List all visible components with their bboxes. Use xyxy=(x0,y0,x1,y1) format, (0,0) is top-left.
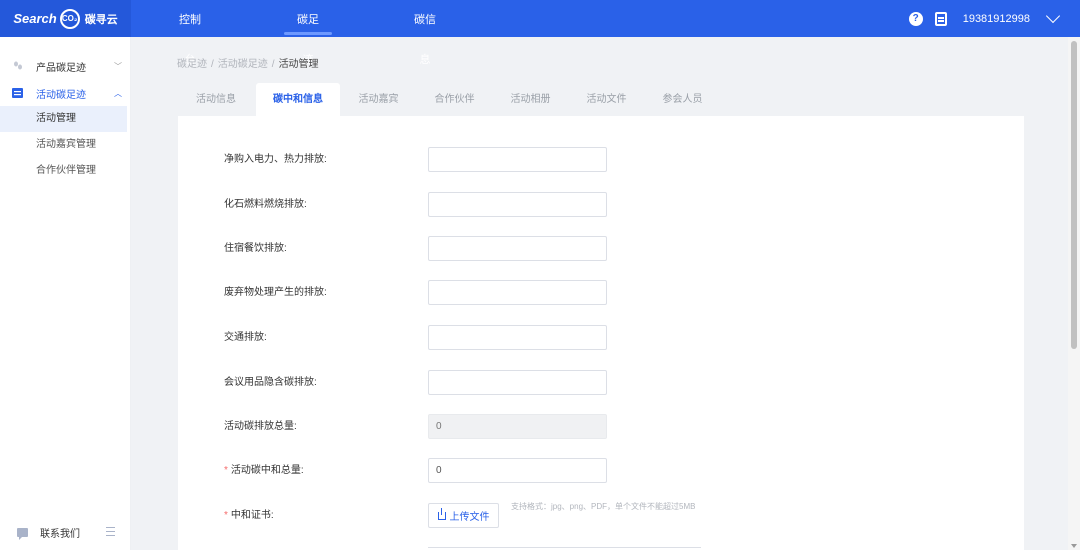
collapse-menu-icon[interactable] xyxy=(106,527,118,537)
sidebar-footer: 联系我们 xyxy=(0,514,131,550)
tab-activity-guests[interactable]: 活动嘉宾 xyxy=(341,83,416,116)
form-row: * 中和证书: 上传文件 支持格式：jpg、png、PDF，单个文件不能超过5MB xyxy=(178,502,1024,529)
total-emission-input xyxy=(428,414,607,439)
top-navbar: Search CO₂ 碳寻云 控制台 碳足迹 碳信息 ? 19381912998 xyxy=(0,0,1080,66)
user-area: ? 19381912998 xyxy=(908,0,1061,37)
required-mark: * xyxy=(224,510,228,521)
chevron-down-icon: ﹀ xyxy=(114,61,122,71)
logo-co2-badge: CO₂ xyxy=(59,8,80,29)
breadcrumb: 碳足迹 / 活动碳足迹 / 活动管理 xyxy=(177,59,319,70)
form-row: 化石燃料燃烧排放: xyxy=(178,192,1024,218)
document-icon[interactable] xyxy=(934,11,947,26)
tab-carbon-neutral-info[interactable]: 碳中和信息 xyxy=(256,83,340,116)
activity-icon xyxy=(12,88,23,98)
breadcrumb-item[interactable]: 活动碳足迹 xyxy=(218,59,268,70)
waste-treatment-label: 废弃物处理产生的排放: xyxy=(224,287,327,298)
scroll-down-arrow-icon[interactable] xyxy=(1071,544,1077,548)
sidebar-group-activity-footprint[interactable]: 活动碳足迹 ︿ xyxy=(0,81,131,105)
total-neutralization-input[interactable] xyxy=(428,458,607,483)
form-row: 活动碳排放总量: xyxy=(178,414,1024,440)
contact-us-link[interactable]: 联系我们 xyxy=(40,525,80,540)
chat-icon[interactable] xyxy=(17,527,28,540)
tab-partners[interactable]: 合作伙伴 xyxy=(417,83,492,116)
logo-cn-text: 碳寻云 xyxy=(84,13,118,26)
form-row: 会议用品隐含碳排放: xyxy=(178,370,1024,396)
required-mark: * xyxy=(224,465,228,476)
form-row: 净购入电力、热力排放: xyxy=(178,147,1024,173)
transport-input[interactable] xyxy=(428,325,607,350)
chevron-up-icon: ︿ xyxy=(114,88,122,98)
form-row: 交通排放: xyxy=(178,325,1024,351)
form-row: 废弃物处理产生的排放: xyxy=(178,280,1024,306)
page-scrollbar[interactable] xyxy=(1068,37,1080,550)
nav-carbon-footprint[interactable]: 碳足迹 xyxy=(284,0,332,66)
carbon-neutral-form: 净购入电力、热力排放: 化石燃料燃烧排放: 住宿餐饮排放: 废弃物处理产生的排放… xyxy=(178,116,1024,550)
transport-label: 交通排放: xyxy=(224,332,267,343)
upload-hint-text: 支持格式：jpg、png、PDF，单个文件不能超过5MB xyxy=(511,502,696,511)
form-row: * 活动碳中和总量: xyxy=(178,458,1024,484)
nav-dashboard[interactable]: 控制台 xyxy=(174,0,206,66)
upload-file-button[interactable]: 上传文件 xyxy=(428,503,499,528)
sidebar-item-guest-management[interactable]: 活动嘉宾管理 xyxy=(0,132,127,158)
fossil-fuel-input[interactable] xyxy=(428,192,607,217)
upload-icon xyxy=(437,507,446,520)
next-field-border xyxy=(428,547,701,548)
meeting-supplies-input[interactable] xyxy=(428,370,607,395)
help-icon[interactable]: ? xyxy=(908,11,923,26)
form-row: 住宿餐饮排放: xyxy=(178,236,1024,262)
accommodation-catering-label: 住宿餐饮排放: xyxy=(224,243,287,254)
fossil-fuel-label: 化石燃料燃烧排放: xyxy=(224,199,307,210)
tab-activity-album[interactable]: 活动相册 xyxy=(493,83,568,116)
nav-carbon-info[interactable]: 碳信息 xyxy=(409,0,441,66)
upload-button-label: 上传文件 xyxy=(449,512,490,523)
waste-treatment-input[interactable] xyxy=(428,280,607,305)
breadcrumb-item[interactable]: 碳足迹 xyxy=(177,59,207,70)
purchased-power-heat-input[interactable] xyxy=(428,147,607,172)
sidebar-group-label: 产品碳足迹 xyxy=(36,62,86,74)
tab-activity-files[interactable]: 活动文件 xyxy=(569,83,644,116)
brand-logo[interactable]: Search CO₂ 碳寻云 xyxy=(0,0,131,37)
total-emission-label: 活动碳排放总量: xyxy=(224,421,297,432)
chevron-down-icon[interactable] xyxy=(1045,8,1061,24)
accommodation-catering-input[interactable] xyxy=(428,236,607,261)
purchased-power-heat-label: 净购入电力、热力排放: xyxy=(224,154,327,165)
sidebar-group-product-footprint[interactable]: 产品碳足迹 ﹀ xyxy=(0,54,131,78)
logo-text: Search xyxy=(13,11,57,26)
tab-participants[interactable]: 参会人员 xyxy=(645,83,720,116)
tab-activity-info[interactable]: 活动信息 xyxy=(177,83,255,116)
scrollbar-thumb[interactable] xyxy=(1071,41,1077,349)
total-neutralization-label: * 活动碳中和总量: xyxy=(224,465,304,476)
sidebar-item-partner-management[interactable]: 合作伙伴管理 xyxy=(0,158,127,184)
sidebar-item-activity-management[interactable]: 活动管理 xyxy=(0,106,127,132)
sidebar-group-label: 活动碳足迹 xyxy=(36,89,86,101)
user-account[interactable]: 19381912998 xyxy=(963,13,1030,25)
certificate-label: * 中和证书: xyxy=(224,510,274,521)
meeting-supplies-label: 会议用品隐含碳排放: xyxy=(224,377,317,388)
sidebar: 产品碳足迹 ﹀ 活动碳足迹 ︿ 活动管理 活动嘉宾管理 合作伙伴管理 联系我们 xyxy=(0,37,131,550)
footprint-icon xyxy=(14,61,22,70)
breadcrumb-current: 活动管理 xyxy=(278,59,319,70)
